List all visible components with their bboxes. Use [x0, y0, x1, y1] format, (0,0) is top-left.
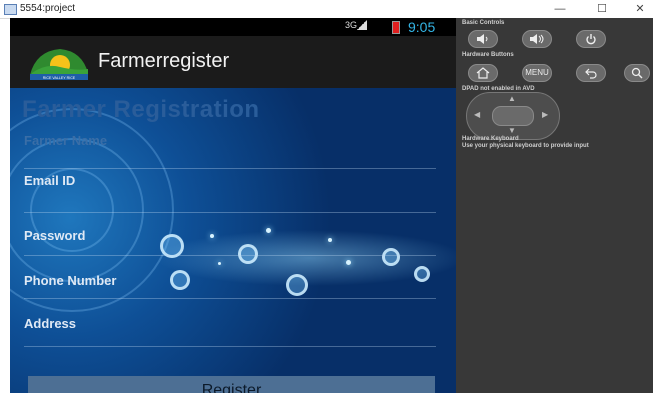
search-icon	[631, 67, 643, 79]
back-arrow-icon	[585, 68, 597, 79]
decor-sparkle	[346, 260, 351, 265]
registration-form: Farmer Registration Farmer Name Email ID…	[10, 88, 456, 393]
home-button[interactable]	[468, 64, 498, 82]
status-bar: 3G 9:05	[10, 18, 456, 36]
dpad-right-icon[interactable]: ▶	[542, 110, 548, 119]
form-heading: Farmer Registration	[22, 96, 260, 123]
basic-controls-title: Basic Controls	[462, 20, 505, 26]
power-button[interactable]	[576, 30, 606, 48]
address-input[interactable]	[24, 346, 436, 347]
app-logo-icon: RICE VALLEY RICE	[30, 49, 88, 80]
register-button[interactable]: Register	[28, 376, 435, 393]
status-clock: 9:05	[408, 19, 436, 35]
email-id-label: Email ID	[24, 173, 76, 188]
decor-bokeh	[382, 248, 400, 266]
hardware-keyboard-note: Use your physical keyboard to provide in…	[462, 143, 589, 149]
dpad-control[interactable]: ▲ ▼ ◀ ▶	[466, 92, 560, 140]
address-label: Address	[24, 316, 77, 331]
power-icon	[586, 34, 596, 45]
signal-indicator: 3G	[345, 20, 368, 30]
window-titlebar: 5554:project — ☐ ✕	[0, 0, 653, 19]
decor-sparkle	[218, 262, 221, 265]
menu-button[interactable]: MENU	[522, 64, 552, 82]
dpad-center-button[interactable]	[492, 106, 534, 126]
hardware-buttons-title: Hardware Buttons	[462, 52, 514, 58]
password-label: Password	[24, 228, 86, 243]
battery-icon	[392, 21, 400, 34]
network-type: 3G	[345, 20, 358, 30]
decor-bokeh	[238, 244, 258, 264]
decor-sparkle	[210, 234, 214, 238]
farmer-name-label: Farmer Name	[24, 133, 108, 148]
volume-up-icon	[530, 34, 544, 44]
emulator-screen: 3G 9:05 RICE VALLEY RICE Farmerregister …	[10, 18, 456, 393]
minimize-button[interactable]: —	[540, 0, 580, 18]
dpad-down-icon[interactable]: ▼	[508, 126, 516, 135]
logo-text: RICE VALLEY RICE	[43, 76, 76, 80]
email-id-input[interactable]	[24, 212, 436, 213]
app-window-icon	[4, 4, 17, 15]
dpad-left-icon[interactable]: ◀	[474, 110, 480, 119]
window-title: 5554:project	[20, 3, 76, 14]
hardware-keyboard-title: Hardware Keyboard	[462, 136, 519, 142]
maximize-button[interactable]: ☐	[582, 0, 622, 18]
app-title: Farmerregister	[98, 50, 230, 72]
emulator-controls-panel: Basic Controls Hardware Buttons MENU DPA…	[456, 18, 653, 393]
back-button[interactable]	[576, 64, 606, 82]
decor-sparkle	[328, 238, 332, 242]
home-icon	[476, 67, 490, 79]
action-bar: RICE VALLEY RICE Farmerregister	[10, 36, 456, 88]
close-button[interactable]: ✕	[620, 0, 653, 18]
volume-up-button[interactable]	[522, 30, 552, 48]
volume-down-button[interactable]	[468, 30, 498, 48]
volume-down-icon	[477, 34, 488, 44]
phone-number-input[interactable]	[24, 298, 436, 299]
decor-sparkle	[266, 228, 271, 233]
password-input[interactable]	[24, 255, 436, 256]
decor-bokeh	[414, 266, 430, 282]
decor-bokeh	[170, 270, 190, 290]
signal-bars-icon	[357, 20, 368, 30]
decor-bokeh	[286, 274, 308, 296]
phone-number-label: Phone Number	[24, 273, 117, 288]
farmer-name-input[interactable]	[24, 168, 436, 169]
search-button[interactable]	[624, 64, 650, 82]
dpad-up-icon[interactable]: ▲	[508, 94, 516, 103]
